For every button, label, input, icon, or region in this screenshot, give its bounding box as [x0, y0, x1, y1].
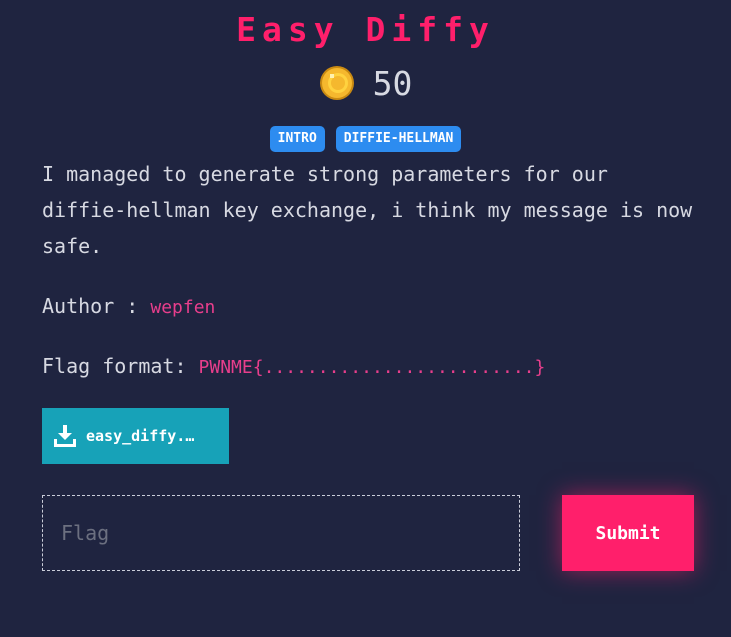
download-file-button[interactable]: easy_diffy.… [42, 408, 229, 464]
flag-format-value: PWNME{.........................} [198, 357, 546, 378]
flag-format-label: Flag format: [42, 354, 199, 378]
flag-format-line: Flag format: PWNME{.....................… [42, 352, 545, 382]
tag-badge: INTRO [269, 126, 325, 152]
flag-input[interactable] [42, 495, 520, 571]
challenge-description: I managed to generate strong parameters … [42, 162, 693, 258]
download-icon [54, 425, 76, 447]
challenge-title: Easy Diffy [236, 10, 495, 49]
author-name: wepfen [150, 297, 216, 318]
submit-button[interactable]: Submit [562, 495, 694, 571]
points-row: 50 [0, 62, 731, 103]
author-label: Author : [42, 294, 151, 318]
challenge-modal: Easy Diffy 50 INTRO DIFFIE-HELLMAN I man… [0, 0, 731, 637]
download-file-label: easy_diffy.… [86, 427, 195, 445]
coin-icon [319, 65, 355, 101]
author-line: Author : wepfen [42, 292, 215, 322]
tag-badge: DIFFIE-HELLMAN [335, 126, 462, 152]
tag-list: INTRO DIFFIE-HELLMAN [0, 126, 731, 152]
points-value: 50 [372, 64, 413, 103]
